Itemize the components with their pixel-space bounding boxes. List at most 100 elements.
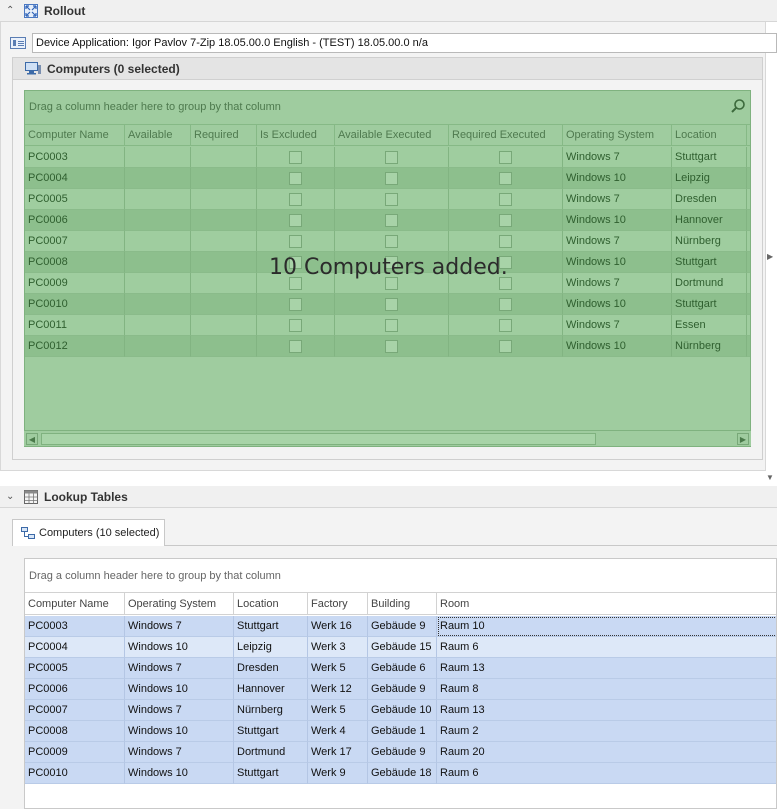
checkbox[interactable]: [384, 298, 398, 311]
checkbox[interactable]: [498, 319, 512, 332]
table-cell: [191, 336, 257, 357]
chevron-up-icon[interactable]: ⌃: [6, 5, 18, 16]
column-header[interactable]: Computer Name: [25, 593, 125, 615]
table-row[interactable]: PC0009 Windows 7 Dortmund Werk 17 Gebäude 9R…: [25, 742, 776, 763]
table-cell: [125, 147, 191, 168]
checkbox-cell: [257, 189, 335, 210]
checkbox[interactable]: [288, 298, 302, 311]
table-cell: Gebäude 9: [368, 679, 437, 700]
checkbox[interactable]: [288, 319, 302, 332]
checkbox[interactable]: [384, 151, 398, 164]
table-row[interactable]: PC0003 Windows 7StuttgartW: [25, 147, 750, 168]
column-header[interactable]: Factory: [308, 593, 368, 615]
checkbox[interactable]: [288, 172, 302, 185]
table-cell: Werk 16: [308, 616, 368, 637]
column-header[interactable]: Location: [672, 125, 747, 146]
table-row[interactable]: PC0008 Windows 10 Stuttgart Werk 4 Gebäude 1…: [25, 721, 776, 742]
scroll-right-icon[interactable]: ▶: [737, 433, 749, 445]
column-header[interactable]: Building: [368, 593, 437, 615]
checkbox[interactable]: [288, 151, 302, 164]
column-header[interactable]: Room: [437, 593, 776, 615]
table-row[interactable]: PC0012 Windows 10NürnbergW: [25, 336, 750, 357]
checkbox[interactable]: [498, 340, 512, 353]
scroll-thumb[interactable]: [41, 433, 596, 445]
table-row[interactable]: PC0006 Windows 10HannoverW: [25, 210, 750, 231]
checkbox[interactable]: [384, 193, 398, 206]
table-cell: [191, 231, 257, 252]
checkbox[interactable]: [498, 298, 512, 311]
table-row[interactable]: PC0011 Windows 7EssenW: [25, 315, 750, 336]
checkbox-cell: [449, 294, 563, 315]
column-header[interactable]: Is Excluded: [257, 125, 335, 146]
horizontal-scrollbar[interactable]: ◀ ▶: [24, 430, 751, 446]
table-cell: PC0007: [25, 700, 125, 721]
table-row[interactable]: PC0007 Windows 7NürnbergW: [25, 231, 750, 252]
table-cell: Gebäude 1: [368, 721, 437, 742]
checkbox[interactable]: [498, 193, 512, 206]
checkbox-cell: [449, 189, 563, 210]
rollout-header[interactable]: ⌃ Rollout: [0, 0, 777, 22]
table-row[interactable]: PC0010 Windows 10 Stuttgart Werk 9 Gebäude 1…: [25, 763, 776, 784]
table-cell: Werk 9: [308, 763, 368, 784]
checkbox[interactable]: [288, 193, 302, 206]
checkbox[interactable]: [288, 214, 302, 227]
group-by-hint[interactable]: Drag a column header here to group by th…: [29, 101, 281, 113]
application-icon: [10, 37, 26, 49]
table-cell: W: [747, 147, 750, 168]
application-field[interactable]: Device Application: Igor Pavlov 7-Zip 18…: [32, 33, 777, 53]
column-header[interactable]: Required Executed: [449, 125, 563, 146]
column-header[interactable]: Available: [125, 125, 191, 146]
table-cell: W: [747, 294, 750, 315]
lookup-group-by-hint[interactable]: Drag a column header here to group by th…: [29, 570, 281, 582]
checkbox[interactable]: [498, 151, 512, 164]
table-row[interactable]: PC0010 Windows 10StuttgartW: [25, 294, 750, 315]
table-row[interactable]: PC0005 Windows 7 Dresden Werk 5 Gebäude 6 Rau…: [25, 658, 776, 679]
table-row[interactable]: PC0007 Windows 7 Nürnberg Werk 5 Gebäude 10 R…: [25, 700, 776, 721]
table-cell: W: [747, 336, 750, 357]
column-header[interactable]: Operating System: [563, 125, 672, 146]
table-row[interactable]: PC0005 Windows 7DresdenW: [25, 189, 750, 210]
checkbox[interactable]: [384, 214, 398, 227]
table-row[interactable]: PC0004 Windows 10LeipzigW: [25, 168, 750, 189]
table-cell: Windows 7: [125, 700, 234, 721]
search-icon[interactable]: [730, 98, 746, 114]
lookup-header[interactable]: ⌄ Lookup Tables: [0, 486, 777, 508]
table-cell: PC0012: [25, 336, 125, 357]
checkbox[interactable]: [384, 340, 398, 353]
checkbox[interactable]: [288, 340, 302, 353]
checkbox[interactable]: [498, 214, 512, 227]
table-cell: Stuttgart: [672, 147, 747, 168]
table-cell: W: [747, 231, 750, 252]
chevron-down-icon[interactable]: ⌄: [6, 491, 18, 502]
table-row[interactable]: PC0004 Windows 10 Leipzig Werk 3 Gebäude 15 R…: [25, 637, 776, 658]
table-cell: Werk 17: [308, 742, 368, 763]
tab-computers[interactable]: Computers (10 selected): [12, 519, 165, 546]
column-header[interactable]: Location: [234, 593, 308, 615]
checkbox[interactable]: [498, 172, 512, 185]
table-cell: Raum 2: [437, 721, 776, 742]
table-row[interactable]: PC0003 Windows 7 Stuttgart Werk 16 Gebäude 9…: [25, 616, 776, 637]
table-cell: W: [747, 189, 750, 210]
checkbox-cell: [257, 336, 335, 357]
checkbox-cell: [335, 210, 449, 231]
table-cell: [125, 273, 191, 294]
side-expand-icon[interactable]: ▶: [767, 252, 773, 261]
splitter-down-icon[interactable]: ▼: [766, 473, 774, 482]
checkbox[interactable]: [288, 235, 302, 248]
scroll-left-icon[interactable]: ◀: [26, 433, 38, 445]
table-cell: Windows 10: [563, 252, 672, 273]
column-header[interactable]: Required: [191, 125, 257, 146]
computer-icon: [25, 62, 41, 75]
column-header[interactable]: Available Executed: [335, 125, 449, 146]
column-header[interactable]: Fa: [747, 125, 750, 146]
overlay-message: 10 Computers added.: [269, 255, 508, 280]
column-header[interactable]: Computer Name: [25, 125, 125, 146]
checkbox[interactable]: [384, 172, 398, 185]
column-header[interactable]: Operating System: [125, 593, 234, 615]
lookup-grid: Drag a column header here to group by th…: [24, 558, 777, 809]
checkbox[interactable]: [384, 235, 398, 248]
table-cell: [191, 147, 257, 168]
checkbox[interactable]: [384, 319, 398, 332]
checkbox[interactable]: [498, 235, 512, 248]
table-row[interactable]: PC0006 Windows 10 Hannover Werk 12 Gebäude 9…: [25, 679, 776, 700]
